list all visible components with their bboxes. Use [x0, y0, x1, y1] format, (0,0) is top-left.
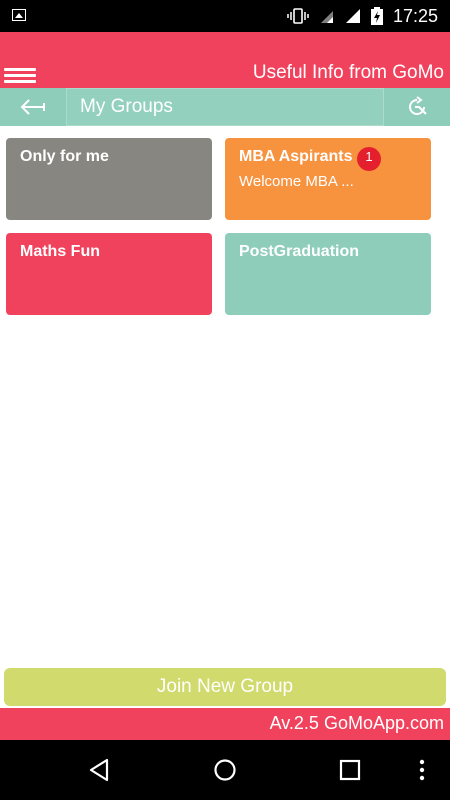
join-new-group-button[interactable]: Join New Group — [4, 668, 446, 706]
group-name: PostGraduation — [239, 243, 360, 260]
status-bar: 17:25 — [0, 0, 450, 32]
group-last-message: Welcome MBA ... — [239, 173, 354, 190]
page-title: My Groups — [80, 96, 173, 117]
back-arrow-icon — [20, 99, 45, 115]
refresh-button[interactable] — [384, 88, 450, 126]
footer-text: Av.2.5 GoMoApp.com — [269, 713, 444, 733]
more-options-icon[interactable] — [418, 758, 426, 782]
nav-home-icon[interactable] — [213, 758, 237, 782]
signal-icon — [345, 9, 360, 23]
group-name: Only for me — [20, 148, 109, 165]
group-tile-postgraduation[interactable]: PostGraduation — [225, 233, 431, 315]
app-bar: Useful Info from GoMo — [0, 32, 450, 88]
unread-badge: 1 — [357, 147, 381, 171]
app-title: Useful Info from GoMo — [252, 62, 444, 83]
group-tile-only-for-me[interactable]: Only for me — [6, 138, 212, 220]
battery-charging-icon — [370, 7, 383, 25]
system-nav-bar — [0, 740, 450, 800]
footer: Av.2.5 GoMoApp.com — [0, 708, 450, 740]
vibrate-icon — [287, 8, 309, 24]
nav-bar: My Groups — [0, 88, 450, 126]
group-tile-mba-aspirants[interactable]: MBA Aspirants Welcome MBA ... 1 — [225, 138, 431, 220]
back-button[interactable] — [0, 88, 66, 126]
group-name: MBA Aspirants — [239, 148, 353, 165]
nav-recents-icon[interactable] — [339, 758, 361, 782]
nav-title-box: My Groups — [66, 88, 384, 126]
group-tile-maths-fun[interactable]: Maths Fun — [6, 233, 212, 315]
image-notification-icon — [12, 9, 26, 21]
menu-icon[interactable] — [4, 68, 36, 84]
wifi-icon — [320, 11, 333, 23]
status-time: 17:25 — [392, 5, 438, 26]
refresh-icon — [409, 96, 427, 115]
group-name: Maths Fun — [20, 243, 100, 260]
nav-back-icon[interactable] — [88, 758, 110, 782]
